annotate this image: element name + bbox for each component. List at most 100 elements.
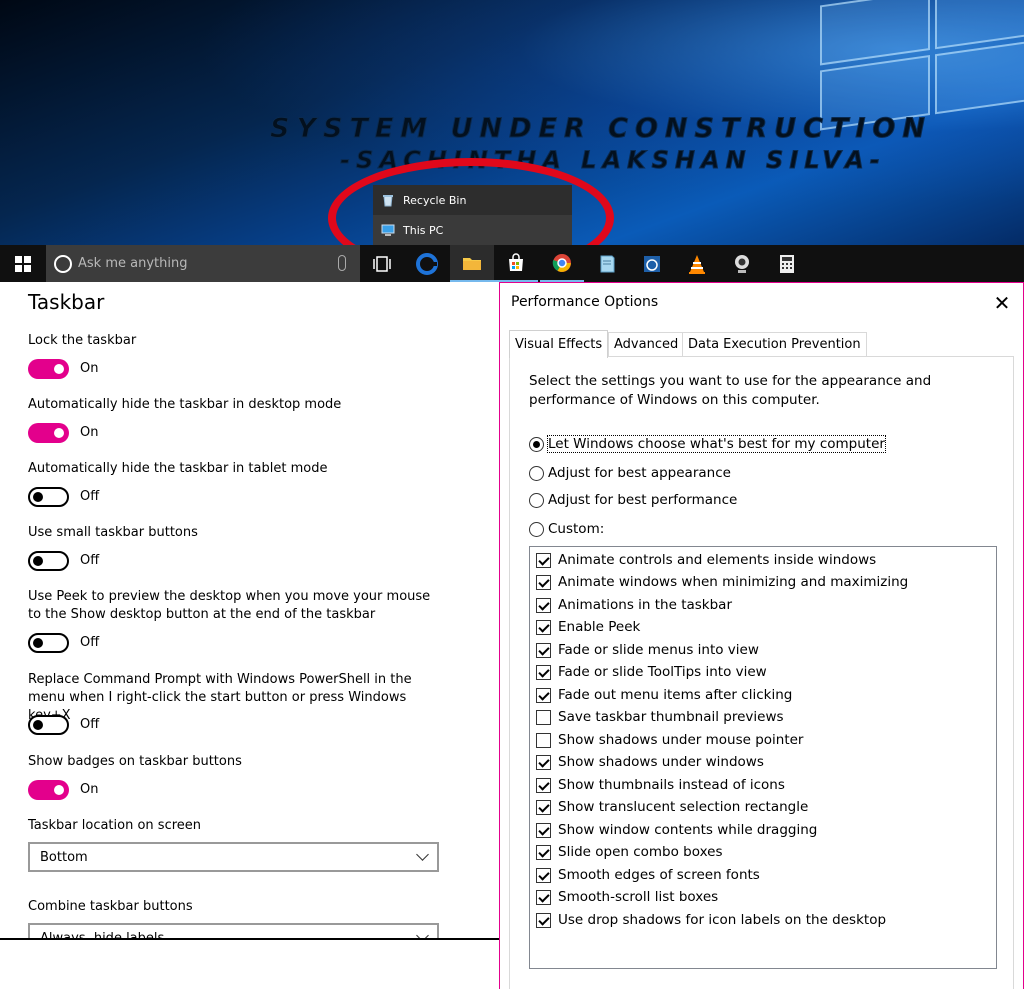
tab-advanced[interactable]: Advanced	[608, 332, 685, 356]
taskbar-webcam[interactable]	[720, 245, 764, 282]
effect-item[interactable]: Show thumbnails instead of icons	[536, 774, 785, 796]
effect-item[interactable]: Smooth-scroll list boxes	[536, 886, 718, 908]
checkbox[interactable]	[536, 822, 551, 838]
effect-item[interactable]: Show translucent selection rectangle	[536, 796, 808, 818]
checkbox[interactable]	[536, 754, 551, 770]
effect-item[interactable]: Show shadows under windows	[536, 751, 764, 773]
effect-item[interactable]: Fade out menu items after clicking	[536, 684, 792, 706]
effect-item[interactable]: Save taskbar thumbnail previews	[536, 706, 784, 728]
dialog-title: Performance Options	[511, 294, 659, 310]
checkbox[interactable]	[536, 709, 551, 725]
effect-item[interactable]: Enable Peek	[536, 616, 640, 638]
cortana-icon	[54, 254, 72, 273]
radio-label: Adjust for best appearance	[548, 465, 731, 481]
taskbar-file-explorer[interactable]	[450, 245, 494, 282]
setting-label: Taskbar location on screen	[28, 818, 202, 833]
autohide-tablet-toggle[interactable]	[28, 487, 69, 507]
radio-button[interactable]	[529, 521, 544, 537]
setting-label: Show badges on taskbar buttons	[28, 754, 242, 769]
gamepad-icon	[644, 255, 660, 272]
chevron-down-icon	[416, 848, 429, 861]
folder-icon	[463, 257, 481, 270]
small-buttons-toggle[interactable]	[28, 551, 69, 571]
effect-item[interactable]: Fade or slide ToolTips into view	[536, 661, 767, 683]
setting-label: Use Peek to preview the desktop when you…	[28, 589, 431, 622]
effect-item[interactable]: Use drop shadows for icon labels on the …	[536, 909, 886, 931]
webcam-icon	[735, 254, 749, 273]
checkbox[interactable]	[536, 642, 551, 658]
visual-effects-panel: Select the settings you want to use for …	[509, 356, 1014, 989]
task-view-button[interactable]	[360, 245, 404, 282]
checkbox[interactable]	[536, 777, 551, 793]
checkbox[interactable]	[536, 552, 551, 568]
close-icon[interactable]: ✕	[990, 291, 1014, 315]
effect-label: Fade out menu items after clicking	[558, 687, 793, 703]
effect-label: Animate controls and elements inside win…	[558, 552, 877, 568]
start-button[interactable]	[0, 245, 46, 282]
taskbar-edge[interactable]	[405, 245, 449, 282]
radio-label: Let Windows choose what's best for my co…	[547, 435, 886, 453]
effect-item[interactable]: Fade or slide menus into view	[536, 639, 759, 661]
radio-label: Adjust for best performance	[548, 492, 738, 508]
effect-item[interactable]: Animations in the taskbar	[536, 594, 732, 616]
badges-toggle[interactable]	[28, 780, 69, 800]
effect-item[interactable]: Animate controls and elements inside win…	[536, 549, 876, 571]
checkbox[interactable]	[536, 912, 551, 928]
effect-label: Show thumbnails instead of icons	[558, 777, 785, 793]
tab-data-execution-prevention[interactable]: Data Execution Prevention	[682, 332, 867, 356]
autohide-desktop-toggle[interactable]	[28, 423, 69, 443]
lock-taskbar-toggle[interactable]	[28, 359, 69, 379]
checkbox[interactable]	[536, 664, 551, 680]
effect-item[interactable]: Show shadows under mouse pointer	[536, 729, 804, 751]
taskbar-chrome[interactable]	[540, 245, 584, 282]
toggle-state: Off	[80, 717, 100, 732]
checkbox[interactable]	[536, 799, 551, 815]
effect-label: Show shadows under windows	[558, 754, 764, 770]
effect-item[interactable]: Animate windows when minimizing and maxi…	[536, 571, 908, 593]
checkbox[interactable]	[536, 619, 551, 635]
effect-item[interactable]: Show window contents while dragging	[536, 819, 817, 841]
taskbar-store[interactable]	[494, 245, 538, 282]
effect-label: Enable Peek	[558, 619, 641, 635]
radio-best-performance[interactable]: Adjust for best performance	[529, 490, 737, 510]
checkbox[interactable]	[536, 687, 551, 703]
setting-label: Use small taskbar buttons	[28, 525, 198, 540]
effect-label: Smooth edges of screen fonts	[558, 867, 760, 883]
checkbox[interactable]	[536, 574, 551, 590]
windows-logo-light	[800, 0, 1024, 131]
taskbar-xbox-app[interactable]	[630, 245, 674, 282]
checkbox[interactable]	[536, 844, 551, 860]
taskbar-calculator[interactable]	[765, 245, 809, 282]
toggle-state: Off	[80, 489, 100, 504]
checkbox[interactable]	[536, 867, 551, 883]
radio-best-appearance[interactable]: Adjust for best appearance	[529, 463, 731, 483]
radio-button[interactable]	[529, 436, 544, 452]
radio-label: Custom:	[548, 521, 605, 537]
checkbox[interactable]	[536, 732, 551, 748]
microphone-icon[interactable]	[338, 255, 346, 271]
setting-label: Lock the taskbar	[28, 333, 137, 348]
powershell-toggle[interactable]	[28, 715, 69, 735]
effect-label: Show window contents while dragging	[558, 822, 818, 838]
taskbar-notepad[interactable]	[585, 245, 629, 282]
tab-visual-effects[interactable]: Visual Effects	[509, 330, 609, 358]
effect-label: Slide open combo boxes	[558, 844, 723, 860]
effect-item[interactable]: Smooth edges of screen fonts	[536, 864, 760, 886]
panel-description: Select the settings you want to use for …	[529, 373, 932, 408]
toggle-state: On	[80, 361, 99, 376]
radio-let-windows-choose[interactable]: Let Windows choose what's best for my co…	[529, 434, 886, 454]
toggle-state: On	[80, 425, 99, 440]
taskbar-location-dropdown[interactable]: Bottom	[28, 842, 439, 872]
effect-item[interactable]: Slide open combo boxes	[536, 841, 723, 863]
setting-label: Automatically hide the taskbar in tablet…	[28, 461, 328, 476]
search-box[interactable]: Ask me anything	[46, 245, 360, 282]
wallpaper-title: SYSTEM UNDER CONSTRUCTION	[270, 113, 932, 145]
checkbox[interactable]	[536, 597, 551, 613]
radio-custom[interactable]: Custom:	[529, 519, 604, 539]
peek-toggle[interactable]	[28, 633, 69, 653]
radio-button[interactable]	[529, 492, 544, 508]
taskbar-vlc[interactable]	[675, 245, 719, 282]
checkbox[interactable]	[536, 889, 551, 905]
radio-button[interactable]	[529, 465, 544, 481]
visual-effects-list[interactable]: Animate controls and elements inside win…	[529, 546, 997, 969]
